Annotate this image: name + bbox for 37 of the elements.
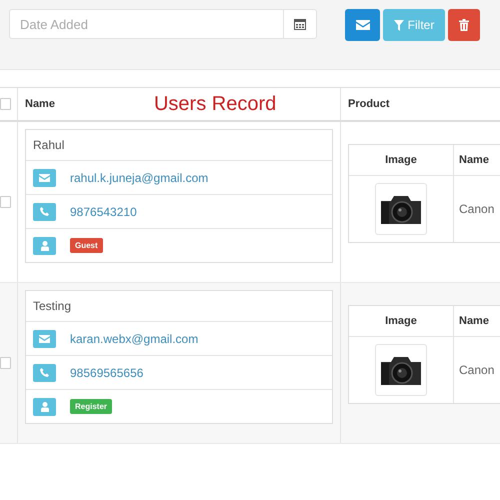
camera-drawing [379, 193, 423, 225]
delete-button[interactable] [448, 9, 480, 41]
table-title: Users Record [154, 92, 276, 116]
date-field[interactable]: Date Added [9, 9, 283, 39]
phone-icon [40, 207, 49, 216]
product-name: Canon [459, 202, 494, 216]
user-name: Testing [33, 299, 72, 313]
column-header: Name [459, 154, 489, 166]
calendar-addon[interactable] [283, 9, 317, 39]
role-label: Guest [70, 238, 103, 253]
user-name: Rahul [33, 138, 64, 152]
column-header: Name [459, 315, 489, 327]
column-header: Image [385, 315, 417, 327]
product-name: Canon [459, 363, 494, 377]
column-header: Name [25, 98, 55, 110]
trash-icon [459, 19, 469, 31]
filter-button[interactable]: Filter [383, 9, 445, 41]
filter-icon [394, 20, 404, 30]
column-header: Product [348, 98, 390, 110]
role-label: Register [70, 399, 112, 414]
user-icon [40, 240, 48, 250]
column-header: Image [385, 154, 417, 166]
mail-icon [356, 20, 370, 30]
user-icon [40, 402, 48, 412]
email-link[interactable]: karan.webx@gmail.com [70, 332, 198, 346]
mail-button[interactable] [345, 9, 380, 41]
mail-icon [39, 174, 50, 182]
select-all-checkbox[interactable] [0, 98, 11, 110]
phone-icon [40, 368, 49, 377]
phone-link[interactable]: 9876543210 [70, 204, 137, 218]
row-checkbox[interactable] [0, 196, 11, 208]
camera-drawing [379, 354, 423, 386]
phone-link[interactable]: 98569565656 [70, 366, 144, 380]
row-checkbox[interactable] [0, 357, 11, 369]
calendar-icon [294, 18, 306, 30]
email-link[interactable]: rahul.k.juneja@gmail.com [70, 170, 208, 184]
mail-icon [39, 334, 50, 342]
